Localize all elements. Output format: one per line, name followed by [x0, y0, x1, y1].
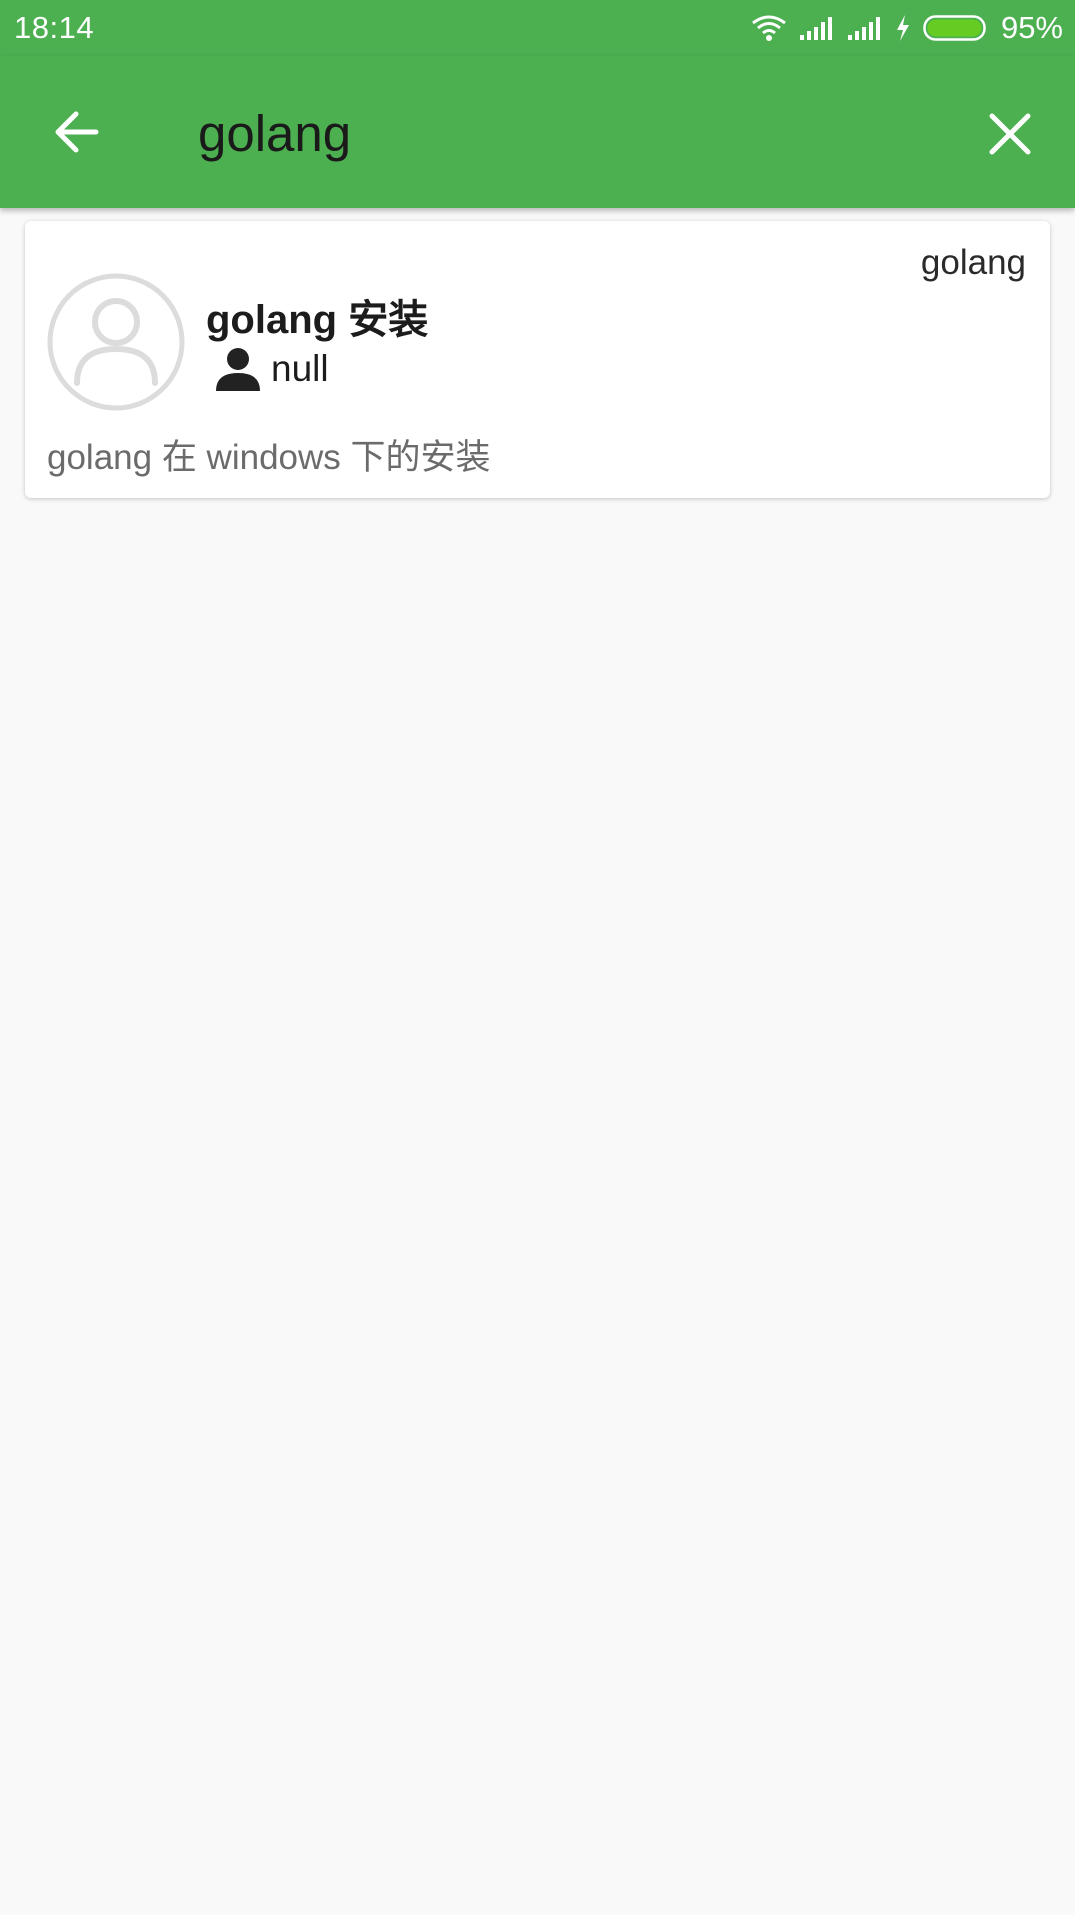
close-icon [989, 113, 1031, 155]
result-author-name: null [271, 348, 329, 389]
arrow-left-icon [55, 111, 99, 153]
default-avatar-icon [47, 273, 185, 411]
status-time: 18:14 [14, 10, 95, 45]
signal-icon [847, 15, 883, 41]
status-icons: 95% [751, 10, 1063, 46]
battery-icon [923, 14, 989, 42]
result-author: null [215, 345, 329, 393]
person-icon [216, 348, 260, 391]
search-input[interactable] [198, 104, 958, 164]
status-bar: 18:14 95% [0, 0, 1075, 56]
back-button[interactable] [40, 96, 112, 168]
wifi-icon [751, 14, 787, 42]
charging-icon [895, 14, 911, 42]
battery-percent: 95% [1000, 10, 1063, 45]
clear-search-button[interactable] [972, 96, 1048, 172]
result-description: golang 在 windows 下的安装 [47, 438, 491, 477]
search-result-card[interactable]: golang 安装 null golang golang 在 windows 下… [25, 221, 1050, 498]
signal-icon [799, 15, 835, 41]
result-tag: golang [920, 243, 1026, 282]
result-title: golang 安装 [206, 298, 429, 342]
search-app-bar [0, 56, 1075, 208]
